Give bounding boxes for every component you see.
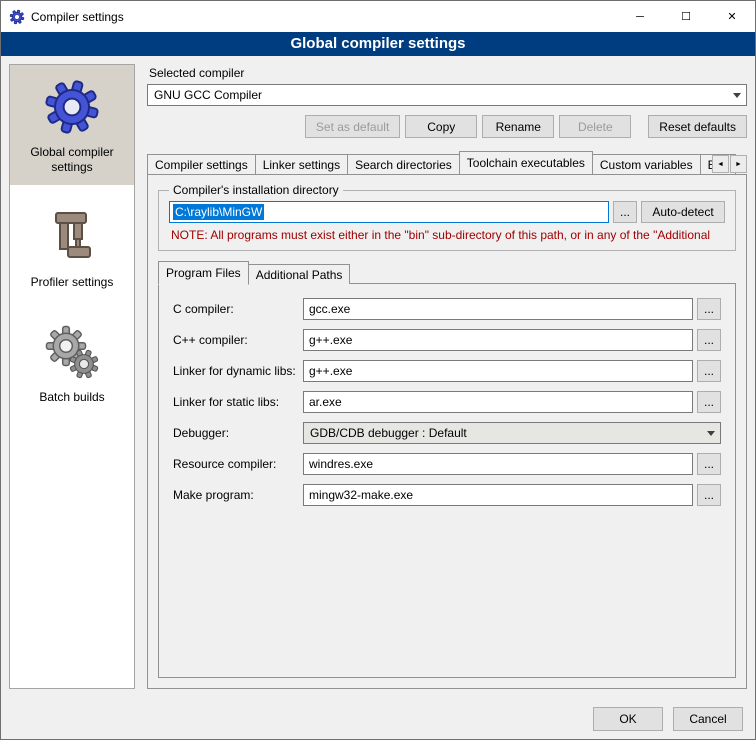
tab-toolchain-executables[interactable]: Toolchain executables — [459, 151, 593, 174]
cpp-compiler-label: C++ compiler: — [173, 333, 303, 347]
chevron-down-icon — [728, 85, 746, 105]
tab-compiler-settings[interactable]: Compiler settings — [147, 154, 256, 174]
chevron-down-icon — [702, 423, 720, 443]
linker-dynamic-input[interactable] — [303, 360, 693, 382]
page-title: Global compiler settings — [1, 32, 755, 56]
cpp-compiler-browse-button[interactable]: ... — [697, 329, 721, 351]
c-compiler-browse-button[interactable]: ... — [697, 298, 721, 320]
field-row-cpp-compiler: C++ compiler: ... — [173, 329, 721, 351]
debugger-dropdown[interactable]: GDB/CDB debugger : Default — [303, 422, 721, 444]
cancel-button[interactable]: Cancel — [673, 707, 743, 731]
field-row-linker-static: Linker for static libs: ... — [173, 391, 721, 413]
tab-linker-settings[interactable]: Linker settings — [255, 154, 348, 174]
linker-dynamic-label: Linker for dynamic libs: — [173, 364, 303, 378]
installation-directory-browse-button[interactable]: ... — [613, 201, 637, 223]
field-row-linker-dynamic: Linker for dynamic libs: ... — [173, 360, 721, 382]
selected-compiler-dropdown[interactable]: GNU GCC Compiler — [147, 84, 747, 106]
installation-directory-value: C:\raylib\MinGW — [173, 204, 264, 220]
program-files-panel: C compiler: ... C++ compiler: ... Linker… — [158, 283, 736, 678]
rename-button[interactable]: Rename — [482, 115, 554, 138]
sidebar-item-label: Batch builds — [39, 390, 104, 405]
dialog-footer: OK Cancel — [1, 699, 755, 739]
titlebar: Compiler settings ─ ☐ ✕ — [1, 1, 755, 32]
sidebar-item-profiler-settings[interactable]: Profiler settings — [10, 195, 134, 300]
resource-compiler-label: Resource compiler: — [173, 457, 303, 471]
bin-subdirectory-note: NOTE: All programs must exist either in … — [171, 228, 723, 242]
minimize-button[interactable]: ─ — [617, 1, 663, 32]
debugger-label: Debugger: — [173, 426, 303, 440]
auto-detect-button[interactable]: Auto-detect — [641, 201, 725, 223]
close-button[interactable]: ✕ — [709, 1, 755, 32]
tab-custom-variables[interactable]: Custom variables — [592, 154, 701, 174]
tab-search-directories[interactable]: Search directories — [347, 154, 460, 174]
installation-directory-group: Compiler's installation directory C:\ray… — [158, 183, 736, 251]
make-program-browse-button[interactable]: ... — [697, 484, 721, 506]
compiler-actions: Set as default Copy Rename Delete Reset … — [147, 115, 747, 138]
linker-static-input[interactable] — [303, 391, 693, 413]
field-row-resource-compiler: Resource compiler: ... — [173, 453, 721, 475]
field-row-make-program: Make program: ... — [173, 484, 721, 506]
sidebar-item-label: Profiler settings — [31, 275, 114, 290]
program-files-tabstrip: Program Files Additional Paths — [158, 261, 736, 284]
delete-button[interactable]: Delete — [559, 115, 631, 138]
resource-compiler-browse-button[interactable]: ... — [697, 453, 721, 475]
field-row-c-compiler: C compiler: ... — [173, 298, 721, 320]
installation-directory-legend: Compiler's installation directory — [169, 183, 343, 197]
ok-button[interactable]: OK — [593, 707, 663, 731]
tab-scroll-left-icon[interactable]: ◄ — [712, 155, 729, 173]
installation-directory-row: C:\raylib\MinGW ... Auto-detect — [169, 201, 725, 223]
sidebar-item-global-compiler-settings[interactable]: Global compiler settings — [10, 65, 134, 185]
selected-compiler-label: Selected compiler — [149, 66, 747, 80]
make-program-label: Make program: — [173, 488, 303, 502]
sidebar: Global compiler settings Profiler settin… — [9, 64, 135, 689]
resource-compiler-input[interactable] — [303, 453, 693, 475]
sidebar-item-label: Global compiler settings — [14, 145, 130, 175]
cpp-compiler-input[interactable] — [303, 329, 693, 351]
settings-tabstrip: Compiler settings Linker settings Search… — [147, 151, 747, 174]
sidebar-item-batch-builds[interactable]: Batch builds — [10, 310, 134, 415]
c-compiler-input[interactable] — [303, 298, 693, 320]
tab-scrollers: ◄ ► — [712, 155, 747, 173]
app-gear-icon — [9, 9, 25, 25]
profiler-tool-icon — [42, 207, 102, 267]
maximize-button[interactable]: ☐ — [663, 1, 709, 32]
subtab-program-files[interactable]: Program Files — [158, 261, 249, 285]
tab-scroll-right-icon[interactable]: ► — [730, 155, 747, 173]
toolchain-executables-panel: Compiler's installation directory C:\ray… — [147, 174, 747, 689]
installation-directory-input[interactable]: C:\raylib\MinGW — [169, 201, 609, 223]
c-compiler-label: C compiler: — [173, 302, 303, 316]
selected-compiler-value: GNU GCC Compiler — [154, 88, 262, 102]
reset-defaults-button[interactable]: Reset defaults — [648, 115, 747, 138]
linker-static-browse-button[interactable]: ... — [697, 391, 721, 413]
compiler-settings-window: Compiler settings ─ ☐ ✕ Global compiler … — [0, 0, 756, 740]
window-controls: ─ ☐ ✕ — [617, 1, 755, 32]
make-program-input[interactable] — [303, 484, 693, 506]
linker-static-label: Linker for static libs: — [173, 395, 303, 409]
window-title: Compiler settings — [31, 10, 124, 24]
set-as-default-button[interactable]: Set as default — [305, 115, 400, 138]
field-row-debugger: Debugger: GDB/CDB debugger : Default — [173, 422, 721, 444]
debugger-value: GDB/CDB debugger : Default — [310, 426, 467, 440]
batch-builds-gears-icon — [42, 322, 102, 382]
linker-dynamic-browse-button[interactable]: ... — [697, 360, 721, 382]
copy-button[interactable]: Copy — [405, 115, 477, 138]
subtab-additional-paths[interactable]: Additional Paths — [248, 264, 351, 284]
main-panel: Selected compiler GNU GCC Compiler Set a… — [147, 64, 747, 689]
blue-gear-icon — [42, 77, 102, 137]
content: Global compiler settings Profiler settin… — [1, 56, 755, 699]
